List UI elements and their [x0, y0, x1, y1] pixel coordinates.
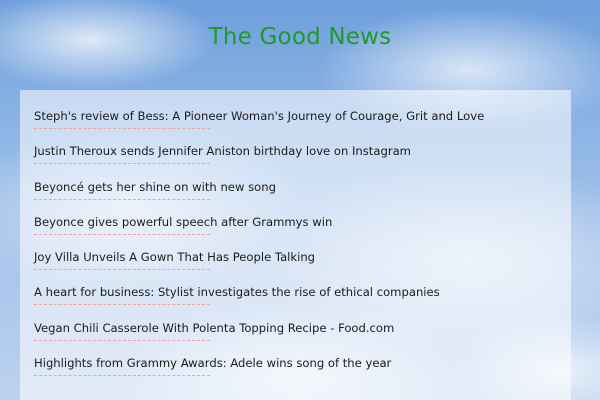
news-link[interactable]: Steph's review of Bess: A Pioneer Woman'…	[34, 109, 571, 123]
list-item: Justin Theroux sends Jennifer Aniston bi…	[34, 144, 571, 179]
news-link[interactable]: Beyoncé gets her shine on with new song	[34, 180, 571, 194]
news-link[interactable]: Vegan Chili Casserole With Polenta Toppi…	[34, 321, 571, 335]
item-divider	[34, 269, 210, 271]
page-title: The Good News	[208, 24, 392, 50]
list-item: Joy Villa Unveils A Gown That Has People…	[34, 250, 571, 285]
news-link[interactable]: A heart for business: Stylist investigat…	[34, 285, 571, 299]
list-item: Vegan Chili Casserole With Polenta Toppi…	[34, 321, 571, 356]
item-divider	[34, 233, 210, 235]
list-item: Steph's review of Bess: A Pioneer Woman'…	[34, 109, 571, 144]
item-divider	[34, 128, 210, 129]
item-divider	[34, 198, 210, 200]
news-link[interactable]: Highlights from Grammy Awards: Adele win…	[34, 356, 571, 370]
news-link[interactable]: Justin Theroux sends Jennifer Aniston bi…	[34, 144, 571, 158]
item-divider	[34, 163, 210, 165]
list-item: A heart for business: Stylist investigat…	[34, 285, 571, 320]
news-link[interactable]: Joy Villa Unveils A Gown That Has People…	[34, 250, 571, 264]
news-link[interactable]: Beyonce gives powerful speech after Gram…	[34, 215, 571, 229]
news-panel: Steph's review of Bess: A Pioneer Woman'…	[20, 90, 571, 400]
item-divider	[34, 339, 210, 341]
list-item: Beyonce gives powerful speech after Gram…	[34, 215, 571, 250]
item-divider	[34, 375, 210, 377]
item-divider	[34, 304, 210, 306]
list-item: Beyoncé gets her shine on with new song	[34, 180, 571, 215]
news-list: Steph's review of Bess: A Pioneer Woman'…	[34, 109, 571, 391]
list-item: Highlights from Grammy Awards: Adele win…	[34, 356, 571, 391]
